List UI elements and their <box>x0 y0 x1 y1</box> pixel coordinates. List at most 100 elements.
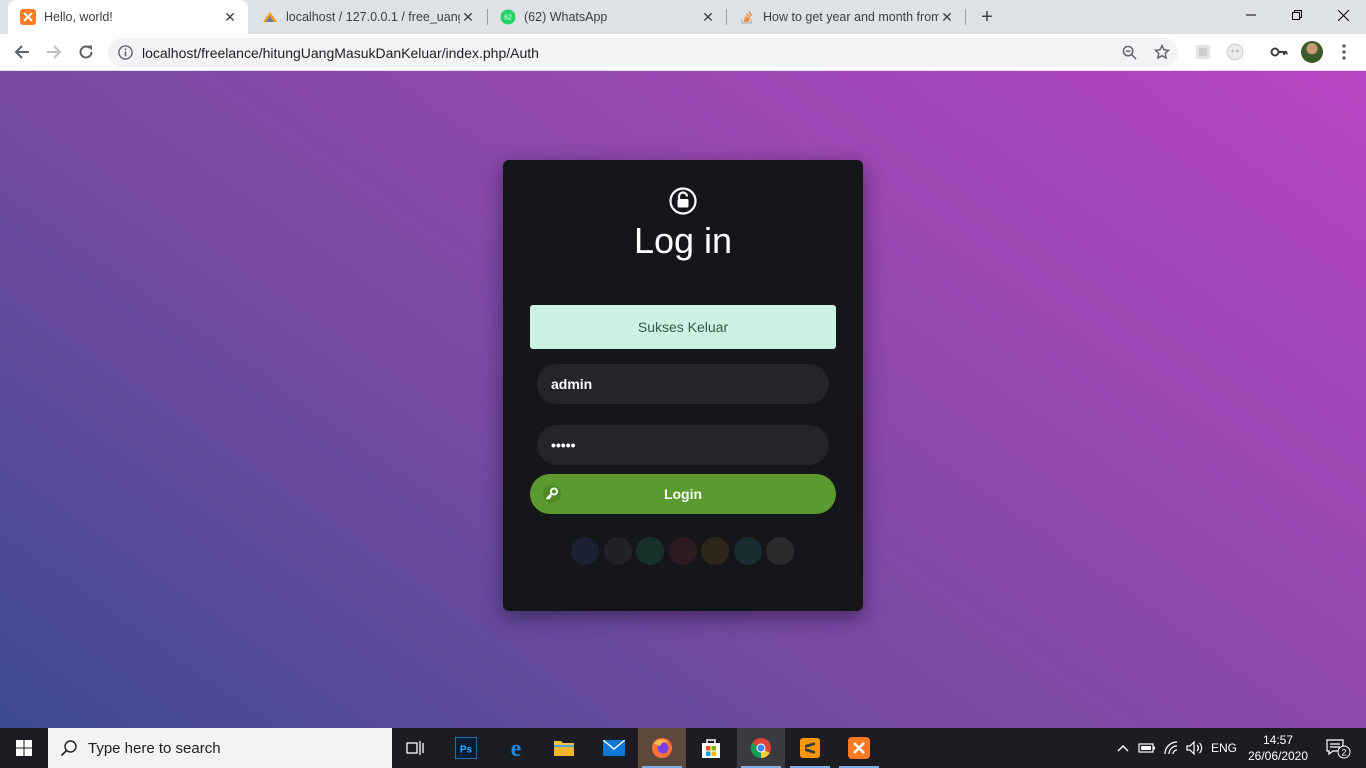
search-placeholder: Type here to search <box>88 739 221 757</box>
file-explorer-button[interactable] <box>540 728 588 768</box>
back-button[interactable] <box>8 38 36 66</box>
theme-dot-dark[interactable] <box>603 537 632 565</box>
address-bar[interactable]: localhost/freelance/hitungUangMasukDanKe… <box>108 38 1178 67</box>
search-icon <box>60 740 77 757</box>
page-title: Log in <box>633 220 733 261</box>
close-icon[interactable]: ✕ <box>700 9 716 25</box>
star-icon[interactable] <box>1154 44 1170 60</box>
firefox-button[interactable] <box>638 728 686 768</box>
sublime-button[interactable] <box>786 728 834 768</box>
theme-color-picker <box>571 537 794 565</box>
wifi-icon <box>1164 741 1178 755</box>
info-icon[interactable] <box>118 45 133 60</box>
tab-title: localhost / 127.0.0.1 / free_uangmasuk <box>286 10 460 24</box>
store-icon <box>702 739 720 758</box>
notification-count: 2 <box>1341 748 1346 758</box>
clock[interactable]: 14:57 26/06/2020 <box>1240 732 1316 764</box>
start-button[interactable] <box>0 728 48 768</box>
taskbar-search-box[interactable]: Type here to search <box>48 728 392 768</box>
svg-text:Ps: Ps <box>460 745 473 756</box>
theme-dot-brown[interactable] <box>701 537 729 565</box>
windows-taskbar: Type here to search Ps e ENG 14:57 26/06… <box>0 728 1366 768</box>
arrow-right-icon <box>47 45 62 59</box>
tab-stackoverflow[interactable]: How to get year and month from ✕ <box>727 0 965 34</box>
speaker-icon <box>1186 741 1203 755</box>
network-button[interactable] <box>1160 728 1184 768</box>
tab-title: How to get year and month from <box>763 10 939 24</box>
profile-avatar[interactable] <box>1301 41 1323 63</box>
mail-icon <box>603 740 625 756</box>
theme-dot-green[interactable] <box>636 537 664 565</box>
restore-icon <box>1292 10 1302 20</box>
tab-title: (62) WhatsApp <box>524 10 608 24</box>
tab-strip: Hello, world! ✕ localhost / 127.0.0.1 / … <box>0 0 1366 34</box>
phpmyadmin-icon <box>263 12 277 22</box>
reload-icon <box>79 45 93 59</box>
forward-button[interactable] <box>40 38 68 66</box>
whatsapp-badge: 62 <box>504 15 512 22</box>
tab-title: Hello, world! <box>44 10 113 24</box>
arrow-left-icon <box>14 45 29 59</box>
clock-date: 26/06/2020 <box>1247 749 1309 763</box>
xampp-icon <box>20 9 36 25</box>
success-alert: Sukses Keluar <box>530 305 836 349</box>
login-button[interactable]: Login <box>530 474 836 514</box>
close-icon[interactable]: ✕ <box>939 9 955 25</box>
task-view-button[interactable] <box>392 728 440 768</box>
tray-overflow-button[interactable] <box>1112 728 1134 768</box>
key-icon[interactable] <box>1269 42 1289 62</box>
whatsapp-icon: 62 <box>500 9 516 25</box>
photoshop-button[interactable]: Ps <box>442 728 490 768</box>
folder-icon <box>554 741 574 756</box>
login-button-label: Login <box>663 486 703 502</box>
new-tab-button[interactable]: + <box>976 6 998 28</box>
reload-button[interactable] <box>72 38 100 66</box>
tab-whatsapp[interactable]: 62 (62) WhatsApp ✕ <box>488 0 726 34</box>
store-button[interactable] <box>687 728 735 768</box>
windows-icon <box>16 740 32 756</box>
username-input[interactable] <box>537 364 829 404</box>
edge-button[interactable]: e <box>492 728 540 768</box>
volume-button[interactable] <box>1184 728 1206 768</box>
close-icon[interactable]: ✕ <box>222 9 238 25</box>
action-center-button[interactable]: 2 <box>1318 728 1358 768</box>
mail-button[interactable] <box>590 728 638 768</box>
restore-button[interactable] <box>1274 0 1320 30</box>
theme-dot-navy[interactable] <box>571 537 599 565</box>
xampp-icon <box>848 737 870 759</box>
zoom-icon[interactable] <box>1122 45 1137 60</box>
language-indicator[interactable]: ENG <box>1208 728 1240 768</box>
password-input[interactable] <box>537 425 829 465</box>
tab-separator <box>965 9 966 25</box>
chevron-up-icon <box>1117 745 1129 752</box>
stackoverflow-icon <box>741 11 753 24</box>
chrome-button[interactable] <box>737 728 785 768</box>
notification-icon: 2 <box>1326 739 1351 759</box>
tab-phpmyadmin[interactable]: localhost / 127.0.0.1 / free_uangmasuk ✕ <box>250 0 486 34</box>
battery-button[interactable] <box>1136 728 1158 768</box>
minimize-button[interactable] <box>1228 0 1274 30</box>
chrome-icon <box>750 738 771 759</box>
close-icon[interactable]: ✕ <box>460 9 476 25</box>
clock-time: 14:57 <box>1262 733 1294 747</box>
svg-text:e: e <box>511 737 522 759</box>
page-background: Log in Sukses Keluar Login <box>0 71 1366 728</box>
xampp-button[interactable] <box>835 728 883 768</box>
tab-hello-world[interactable]: Hello, world! ✕ <box>8 0 248 34</box>
extension-face-icon[interactable] <box>1225 42 1245 62</box>
url-text[interactable]: localhost/freelance/hitungUangMasukDanKe… <box>142 45 539 61</box>
theme-dot-teal[interactable] <box>733 537 762 565</box>
battery-icon <box>1138 743 1155 753</box>
firefox-icon <box>652 738 672 758</box>
task-view-icon <box>406 741 424 755</box>
theme-dot-red[interactable] <box>668 537 697 565</box>
login-card: Log in Sukses Keluar Login <box>503 160 863 611</box>
extension-icon[interactable] <box>1193 42 1213 62</box>
photoshop-icon: Ps <box>455 737 477 759</box>
browser-toolbar: localhost/freelance/hitungUangMasukDanKe… <box>0 34 1366 71</box>
menu-kebab-icon[interactable] <box>1334 42 1354 62</box>
edge-icon: e <box>511 737 522 759</box>
theme-dot-gray[interactable] <box>766 537 794 565</box>
window-close-button[interactable] <box>1320 0 1366 30</box>
unlock-icon <box>669 187 697 215</box>
